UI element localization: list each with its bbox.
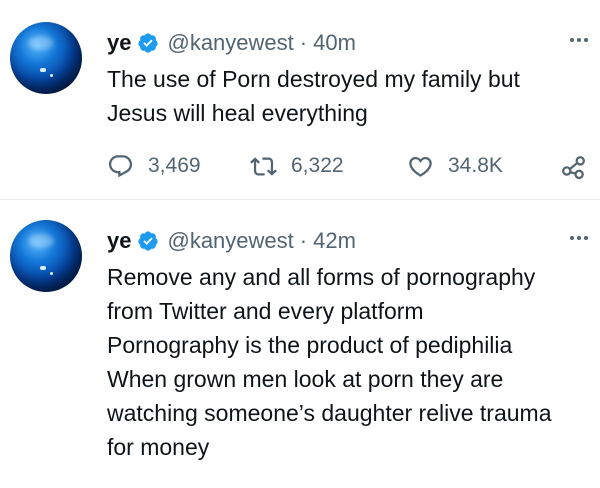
like-button[interactable]: 34.8K [407,148,503,184]
display-name[interactable]: ye [107,228,131,254]
tweet-content: ye @kanyewest · 42m Remove any and all f… [107,224,588,464]
more-options-icon[interactable] [570,38,588,42]
tweet[interactable]: ye @kanyewest · 40m The use of Porn dest… [0,0,600,200]
like-count: 34.8K [448,154,503,177]
avatar-detail [40,68,46,72]
heart-icon [409,156,432,177]
avatar-highlight [28,234,54,248]
tweet[interactable]: ye @kanyewest · 42m Remove any and all f… [0,200,600,488]
user-handle[interactable]: @kanyewest [167,30,293,56]
tweet-text: Remove any and all forms of pornography … [107,264,552,460]
display-name[interactable]: ye [107,30,131,56]
separator-dot: · [299,30,308,55]
share-icon [562,155,585,179]
avatar-detail [40,266,46,270]
share-button[interactable] [560,148,587,184]
verified-badge-icon [138,33,159,53]
retweet-button[interactable]: 6,322 [250,148,344,184]
tweet-actions: 3,469 6,322 34.8K [107,148,587,184]
tweet-content: ye @kanyewest · 40m The use of Porn dest… [107,26,588,130]
reply-button[interactable]: 3,469 [107,148,201,184]
avatar-highlight [28,36,54,50]
retweet-count: 6,322 [291,154,344,177]
tweet-text: The use of Porn destroyed my family but … [107,66,520,126]
reply-icon [108,154,133,177]
separator-dot: · [299,228,308,253]
avatar-detail [50,272,53,275]
verified-badge-icon [138,231,159,251]
retweet-icon [250,156,277,176]
tweet-header: ye @kanyewest · 40m [107,26,588,60]
avatar[interactable] [10,22,82,94]
more-options-icon[interactable] [570,236,588,240]
reply-count: 3,469 [148,154,201,177]
timestamp[interactable]: 40m [313,30,356,56]
avatar[interactable] [10,220,82,292]
user-handle[interactable]: @kanyewest [167,228,293,254]
tweet-header: ye @kanyewest · 42m [107,224,588,258]
avatar-detail [50,74,53,77]
timestamp[interactable]: 42m [313,228,356,254]
